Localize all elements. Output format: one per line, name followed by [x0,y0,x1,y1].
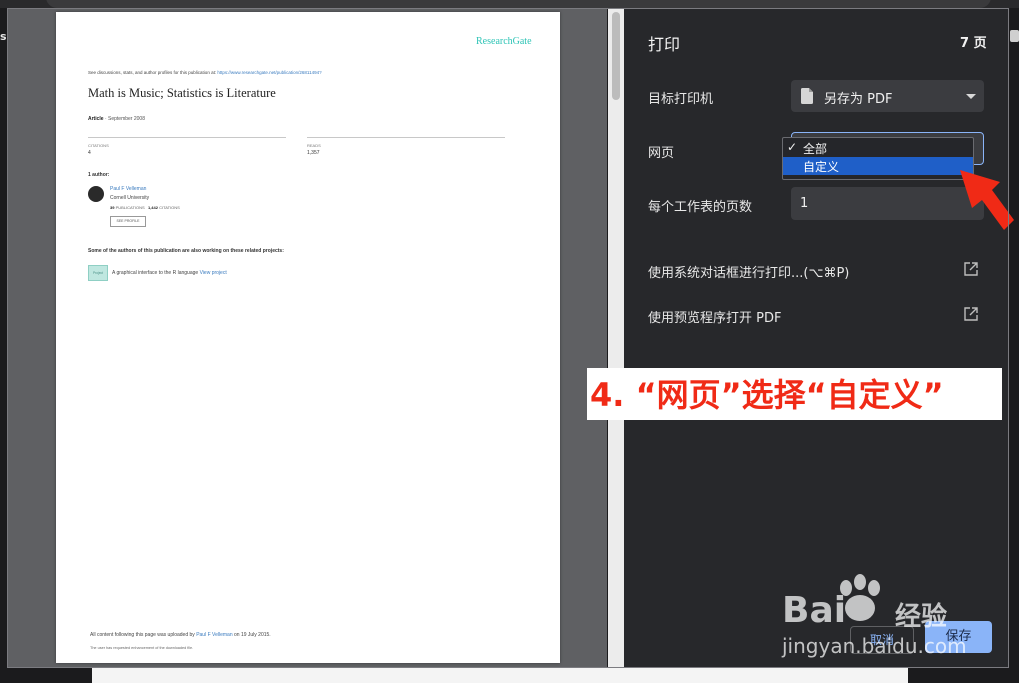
left-edge-label: s [0,30,7,43]
extension-icon[interactable] [1010,30,1019,42]
background-page-edge [92,668,908,683]
dialog-frame [7,8,1009,668]
address-bar[interactable] [46,0,991,8]
